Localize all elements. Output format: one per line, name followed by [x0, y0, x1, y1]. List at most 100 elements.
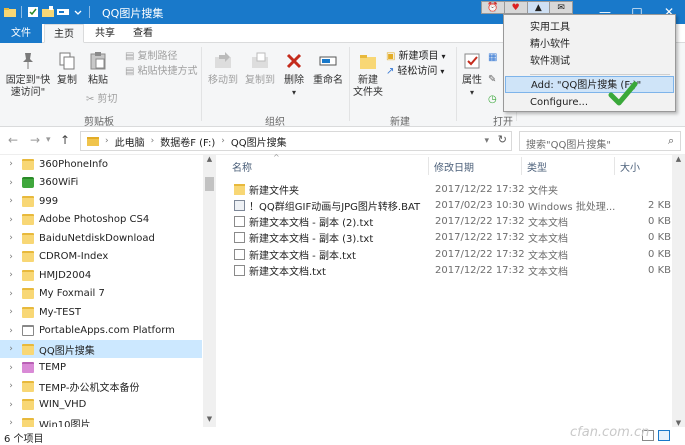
nav-tree-item[interactable]: › BaiduNetdiskDownload — [0, 229, 202, 247]
refresh-icon[interactable]: ↻ — [498, 133, 507, 146]
customize-qat-icon[interactable] — [72, 6, 84, 18]
breadcrumb-separator-icon[interactable]: › — [151, 136, 155, 146]
copy-to-button[interactable]: 复制到 — [243, 51, 277, 87]
expand-chevron-icon[interactable]: › — [0, 381, 22, 391]
expand-chevron-icon[interactable]: › — [0, 270, 22, 280]
cut-button[interactable]: ✂ 剪切 — [86, 93, 117, 107]
chevron-down-icon[interactable]: ▾ — [281, 87, 307, 99]
menu-item-utilities[interactable]: 实用工具 — [505, 19, 674, 36]
column-header-name[interactable]: 名称 — [232, 159, 252, 174]
breadcrumb-separator-icon[interactable]: › — [221, 136, 225, 146]
recent-locations-chevron-icon[interactable]: ▾ — [46, 135, 51, 145]
nav-tree-item[interactable]: › HMJD2004 — [0, 266, 202, 284]
tab-share[interactable]: 共享 — [88, 24, 122, 43]
nav-tree-item[interactable]: › 999 — [0, 192, 202, 210]
breadcrumb[interactable]: › 此电脑 › 数据卷F (F:) › QQ图片搜集 ▾ ↻ — [80, 131, 512, 151]
expand-chevron-icon[interactable]: › — [0, 196, 22, 206]
scroll-down-icon[interactable]: ▼ — [203, 415, 216, 427]
menu-item-add-folder[interactable]: Add: "QQ图片搜集 (F:)" — [505, 76, 674, 93]
nav-tree-item[interactable]: › CDROM-Index — [0, 248, 202, 266]
up-button[interactable]: ↑ — [60, 133, 70, 147]
folder-icon[interactable] — [4, 6, 16, 18]
file-row[interactable]: 新建文本文档 - 副本 (3).txt 2017/12/22 17:32 文本文档 0… — [218, 230, 685, 246]
delete-button[interactable]: 删除 ▾ — [281, 51, 307, 99]
tab-view[interactable]: 查看 — [126, 24, 160, 43]
copy-path-button[interactable]: ▤ 复制路径 — [125, 50, 177, 64]
column-divider[interactable] — [614, 157, 615, 175]
menu-item-small-software[interactable]: 精小软件 — [505, 36, 674, 53]
nav-tree-item[interactable]: › PortableApps.com Platform — [0, 322, 202, 340]
search-input[interactable]: 搜索"QQ图片搜集" — [519, 131, 681, 151]
tab-file[interactable]: 文件 — [0, 24, 42, 43]
expand-chevron-icon[interactable]: › — [0, 178, 22, 188]
nav-scrollbar[interactable]: ▲ ▼ — [203, 155, 216, 427]
new-folder-button[interactable]: 新建 文件夹 — [352, 51, 384, 99]
edit-small-button[interactable]: ✎ — [488, 73, 496, 87]
expand-chevron-icon[interactable]: › — [0, 363, 22, 373]
scroll-up-icon[interactable]: ▲ — [672, 155, 685, 163]
nav-tree-item[interactable]: › QQ图片搜集 — [0, 340, 202, 358]
copy-button[interactable]: 复制 — [54, 51, 80, 87]
breadcrumb-item-drive[interactable]: 数据卷F (F:) — [160, 134, 215, 149]
clock-icon[interactable]: ⏰ — [482, 2, 505, 13]
breadcrumb-item-this-pc[interactable]: 此电脑 — [115, 134, 145, 149]
large-icons-view-icon[interactable] — [658, 430, 670, 441]
expand-chevron-icon[interactable]: › — [0, 326, 22, 336]
file-row[interactable]: 新建文本文档 - 副本.txt 2017/12/22 17:32 文本文档 0 KB — [218, 246, 685, 262]
breadcrumb-separator-icon[interactable]: › — [105, 136, 109, 146]
easy-access-button[interactable]: ↗ 轻松访问 ▾ — [386, 65, 444, 79]
new-folder-icon[interactable] — [42, 6, 54, 18]
paste-shortcut-button[interactable]: ▤ 粘贴快捷方式 — [125, 65, 197, 79]
file-row[interactable]: 新建文本文档 - 副本 (2).txt 2017/12/22 17:32 文本文档 0… — [218, 214, 685, 230]
column-divider[interactable] — [521, 157, 522, 175]
expand-chevron-icon[interactable]: › — [0, 418, 22, 427]
nav-tree-item[interactable]: › TEMP — [0, 359, 202, 377]
pin-quick-access-button[interactable]: 固定到"快 速访问" — [4, 51, 52, 99]
column-header-date[interactable]: 修改日期 — [434, 159, 474, 174]
scroll-down-icon[interactable]: ▼ — [672, 419, 685, 427]
properties-button[interactable]: 属性 ▾ — [459, 51, 485, 99]
chevron-down-icon[interactable]: ▾ — [459, 87, 485, 99]
move-to-button[interactable]: 移动到 — [206, 51, 240, 87]
properties-icon[interactable] — [27, 6, 39, 18]
back-button[interactable]: ← — [8, 133, 18, 147]
nav-tree-item[interactable]: › My Foxmail 7 — [0, 285, 202, 303]
breadcrumb-item-folder[interactable]: QQ图片搜集 — [231, 134, 287, 149]
expand-chevron-icon[interactable]: › — [0, 344, 22, 354]
rename-icon[interactable] — [57, 6, 69, 18]
nav-tree-item[interactable]: › Win10图片 — [0, 414, 202, 427]
scroll-up-icon[interactable]: ▲ — [203, 155, 216, 167]
search-icon[interactable]: ⌕ — [668, 134, 674, 148]
column-header-size[interactable]: 大小 — [620, 159, 640, 174]
file-row[interactable]: 新建文件夹 2017/12/22 17:32 文件夹 — [218, 181, 685, 197]
nav-tree-item[interactable]: › 360WiFi — [0, 174, 202, 192]
paste-button[interactable]: 粘贴 — [84, 51, 112, 87]
expand-chevron-icon[interactable]: › — [0, 289, 22, 299]
expand-chevron-icon[interactable]: › — [0, 233, 22, 243]
tab-home[interactable]: 主页 — [44, 24, 84, 43]
nav-tree-item[interactable]: › My-TEST — [0, 303, 202, 321]
forward-button[interactable]: → — [30, 133, 40, 147]
column-divider[interactable] — [428, 157, 429, 175]
scroll-thumb[interactable] — [205, 177, 214, 191]
expand-chevron-icon[interactable]: › — [0, 400, 22, 410]
menu-item-configure[interactable]: Configure... — [505, 94, 674, 111]
red-heart-icon[interactable]: ♥ — [505, 2, 528, 13]
column-header-type[interactable]: 类型 — [527, 159, 547, 174]
nav-tree-item[interactable]: › Adobe Photoshop CS4 — [0, 211, 202, 229]
address-dropdown-icon[interactable]: ▾ — [484, 136, 489, 146]
nav-tree-item[interactable]: › 360PhoneInfo — [0, 155, 202, 173]
history-small-button[interactable]: ◷ — [488, 93, 497, 107]
file-row[interactable]: ！QQ群组GIF动画与JPG图片转移.BAT 2017/02/23 10:30 Wi… — [218, 197, 685, 213]
mail-icon[interactable]: ✉ — [550, 2, 572, 13]
expand-chevron-icon[interactable]: › — [0, 159, 22, 169]
rename-button[interactable]: 重命名 — [310, 51, 346, 87]
new-item-button[interactable]: ▣ 新建项目 ▾ — [386, 50, 445, 64]
nav-tree-item[interactable]: › WIN_VHD — [0, 396, 202, 414]
expand-chevron-icon[interactable]: › — [0, 252, 22, 262]
file-row[interactable]: 新建文本文档.txt 2017/12/22 17:32 文本文档 0 KB — [218, 263, 685, 279]
open-small-button[interactable]: ▦ — [488, 51, 497, 65]
expand-chevron-icon[interactable]: › — [0, 307, 22, 317]
eject-icon[interactable]: ▲ — [527, 2, 551, 13]
nav-tree-item[interactable]: › TEMP-办公机文本备份 — [0, 377, 202, 395]
